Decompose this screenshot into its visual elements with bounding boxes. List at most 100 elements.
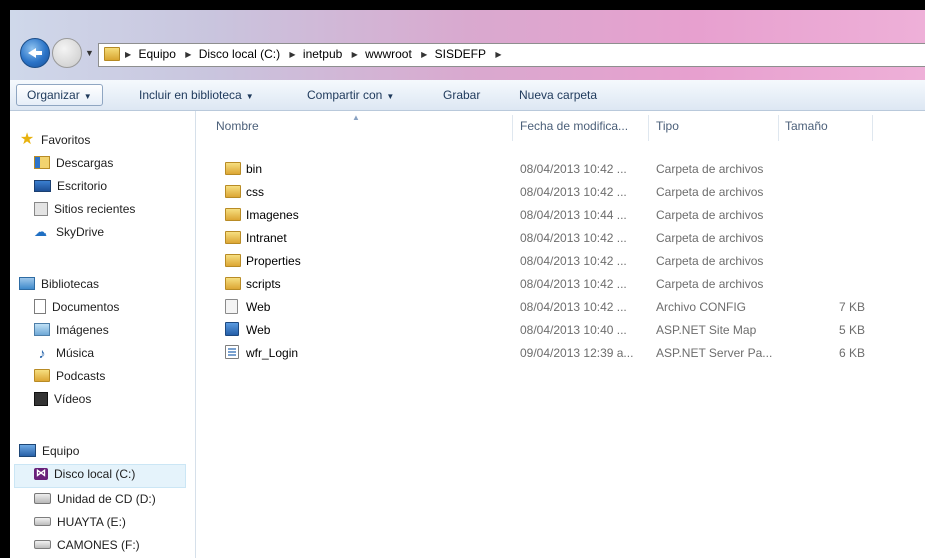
cd-drive-icon	[34, 493, 51, 505]
nav-documentos[interactable]: Documentos	[34, 299, 120, 320]
nav-label: Documentos	[52, 300, 120, 314]
column-divider[interactable]	[512, 115, 513, 141]
file-type: Archivo CONFIG	[656, 300, 747, 314]
file-row[interactable]: scripts 08/04/2013 10:42 ... Carpeta de …	[196, 273, 925, 295]
chevron-right-icon[interactable]: ▶	[421, 50, 427, 59]
include-in-library-button[interactable]: Incluir en biblioteca ▼	[139, 88, 254, 102]
file-name: Web	[246, 300, 271, 314]
chevron-right-icon[interactable]: ▶	[185, 50, 191, 59]
file-type: ASP.NET Site Map	[656, 323, 757, 337]
file-type: Carpeta de archivos	[656, 231, 764, 245]
file-type: Carpeta de archivos	[656, 185, 764, 199]
file-date: 08/04/2013 10:42 ...	[520, 277, 627, 291]
column-divider[interactable]	[648, 115, 649, 141]
crumb-equipo[interactable]: Equipo	[139, 47, 176, 61]
file-type: Carpeta de archivos	[656, 254, 764, 268]
file-date: 08/04/2013 10:42 ...	[520, 254, 627, 268]
nav-label: CAMONES (F:)	[57, 538, 140, 552]
nav-imagenes[interactable]: Imágenes	[34, 323, 109, 343]
visual-studio-drive-icon: ⋈	[34, 467, 48, 480]
drive-icon	[34, 540, 51, 550]
new-folder-button[interactable]: Nueva carpeta	[519, 88, 597, 102]
recent-pages-dropdown-icon[interactable]: ▼	[85, 48, 94, 58]
downloads-folder-icon	[34, 156, 50, 170]
sort-ascending-icon: ▲	[352, 113, 360, 122]
file-name: bin	[246, 162, 263, 176]
column-header-nombre[interactable]: Nombre	[216, 119, 259, 133]
address-bar[interactable]: ▶ Equipo ▶ Disco local (C:) ▶ inetpub ▶ …	[98, 43, 925, 67]
nav-label: Escritorio	[57, 179, 108, 193]
nav-camones[interactable]: CAMONES (F:)	[34, 538, 140, 558]
file-list: Nombre ▲ Fecha de modifica... Tipo Tamañ…	[196, 111, 925, 558]
desktop-icon	[34, 179, 51, 192]
chevron-right-icon[interactable]: ▶	[125, 50, 131, 59]
crumb-inetpub[interactable]: inetpub	[303, 47, 342, 61]
column-divider[interactable]	[778, 115, 779, 141]
nav-huayta[interactable]: HUAYTA (E:)	[34, 515, 126, 535]
burn-button[interactable]: Grabar	[443, 88, 480, 102]
file-name: Imagenes	[246, 208, 299, 222]
nav-label: Podcasts	[56, 369, 106, 383]
nav-escritorio[interactable]: Escritorio	[34, 179, 107, 199]
file-date: 09/04/2013 12:39 a...	[520, 346, 634, 360]
nav-videos[interactable]: Vídeos	[34, 391, 91, 412]
chevron-right-icon[interactable]: ▶	[495, 50, 501, 59]
column-header-tipo[interactable]: Tipo	[656, 119, 679, 133]
file-date: 08/04/2013 10:42 ...	[520, 300, 627, 314]
organize-button[interactable]: Organizar ▼	[16, 84, 103, 106]
file-row[interactable]: Web 08/04/2013 10:40 ... ASP.NET Site Ma…	[196, 319, 925, 341]
nav-sitios-recientes[interactable]: Sitios recientes	[34, 201, 135, 222]
file-type: Carpeta de archivos	[656, 162, 764, 176]
crumb-sisdefp[interactable]: SISDEFP	[435, 47, 486, 61]
command-bar: Organizar ▼ Incluir en biblioteca ▼ Compar…	[10, 80, 925, 111]
file-row[interactable]: bin 08/04/2013 10:42 ... Carpeta de arch…	[196, 158, 925, 180]
file-row[interactable]: wfr_Login 09/04/2013 12:39 a... ASP.NET …	[196, 342, 925, 364]
crumb-disco-c[interactable]: Disco local (C:)	[199, 47, 280, 61]
column-divider[interactable]	[872, 115, 873, 141]
crumb-wwwroot[interactable]: wwwroot	[365, 47, 412, 61]
nav-descargas[interactable]: Descargas	[34, 156, 113, 176]
file-row[interactable]: Imagenes 08/04/2013 10:44 ... Carpeta de…	[196, 204, 925, 226]
library-icon	[19, 277, 35, 291]
nav-favoritos[interactable]: ★ Favoritos	[19, 131, 91, 153]
file-type: ASP.NET Server Pa...	[656, 346, 773, 360]
drive-icon	[34, 517, 51, 527]
computer-icon	[19, 444, 36, 458]
nav-unidad-cd[interactable]: Unidad de CD (D:)	[34, 492, 156, 512]
folder-icon	[225, 185, 241, 198]
nav-musica[interactable]: ♪ Música	[34, 344, 95, 366]
nav-label: Equipo	[42, 444, 80, 458]
nav-bibliotecas[interactable]: Bibliotecas	[19, 277, 99, 297]
chevron-right-icon[interactable]: ▶	[289, 50, 295, 59]
file-row[interactable]: css 08/04/2013 10:42 ... Carpeta de arch…	[196, 181, 925, 203]
chevron-right-icon[interactable]: ▶	[352, 50, 358, 59]
file-name: wfr_Login	[246, 346, 299, 360]
nav-disco-local-c[interactable]: ⋈ Disco local (C:)	[14, 464, 186, 488]
nav-podcasts[interactable]: Podcasts	[34, 369, 105, 389]
share-with-button[interactable]: Compartir con ▼	[307, 88, 394, 102]
nav-skydrive[interactable]: ☁ SkyDrive	[34, 224, 104, 245]
recent-places-icon	[34, 201, 48, 216]
file-name: Properties	[246, 254, 301, 268]
nav-label: Favoritos	[41, 133, 91, 147]
folder-icon	[225, 162, 241, 175]
folder-icon	[34, 369, 50, 383]
nav-label: Unidad de CD (D:)	[57, 492, 156, 506]
forward-button[interactable]	[52, 38, 82, 68]
file-row[interactable]: Properties 08/04/2013 10:42 ... Carpeta …	[196, 250, 925, 272]
back-button[interactable]	[20, 38, 50, 68]
file-row[interactable]: Web 08/04/2013 10:42 ... Archivo CONFIG …	[196, 296, 925, 318]
folder-icon	[104, 47, 120, 61]
document-icon	[34, 299, 46, 315]
nav-equipo[interactable]: Equipo	[19, 444, 79, 464]
nav-label: Música	[56, 346, 95, 360]
column-header-tamano[interactable]: Tamaño	[785, 119, 828, 133]
file-row[interactable]: Intranet 08/04/2013 10:42 ... Carpeta de…	[196, 227, 925, 249]
file-date: 08/04/2013 10:42 ...	[520, 185, 627, 199]
file-name: scripts	[246, 277, 281, 291]
file-name: Web	[246, 323, 271, 337]
file-type: Carpeta de archivos	[656, 208, 764, 222]
column-header-fecha[interactable]: Fecha de modifica...	[520, 119, 628, 133]
config-file-icon	[225, 299, 238, 314]
music-note-icon: ♪	[38, 344, 46, 361]
